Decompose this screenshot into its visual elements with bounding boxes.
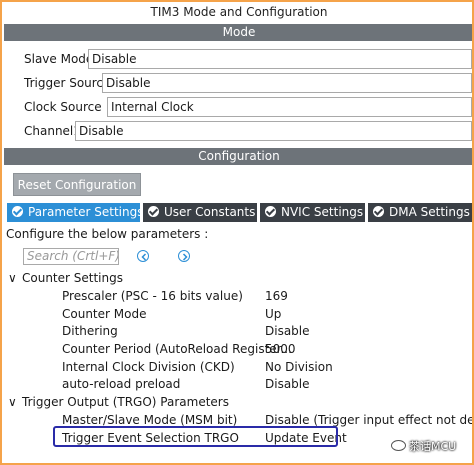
window-frame: TIM3 Mode and Configuration Mode Slave M… — [0, 0, 474, 465]
param-name: Counter Period (AutoReload Register... — [62, 342, 292, 356]
param-value[interactable]: Disable — [265, 323, 310, 339]
param-value[interactable]: 5000 — [265, 341, 296, 357]
watermark: 茶话MCU — [391, 438, 456, 454]
check-circle-icon — [265, 206, 276, 217]
tab-parameter-settings[interactable]: Parameter Settings — [7, 203, 144, 222]
tab-user-constants[interactable]: User Constants — [143, 203, 257, 222]
chevron-down-icon: ∨ — [8, 271, 17, 285]
tab-nvic-settings-label: NVIC Settings — [281, 205, 364, 219]
trigger-source-label: Trigger Source — [24, 76, 111, 90]
param-value[interactable]: Disable — [265, 376, 310, 392]
wechat-icon — [391, 440, 406, 451]
tab-nvic-settings[interactable]: NVIC Settings — [260, 203, 365, 222]
slave-mode-select[interactable]: Disable — [88, 49, 472, 69]
window-title: TIM3 Mode and Configuration — [150, 5, 328, 19]
counter-settings-label: Counter Settings — [22, 271, 123, 285]
param-name: Dithering — [62, 324, 118, 338]
mode-section-header: Mode — [4, 24, 472, 41]
slave-mode-label: Slave Mode — [24, 52, 94, 66]
tab-dma-settings[interactable]: DMA Settings — [368, 203, 472, 222]
tab-dma-settings-label: DMA Settings — [389, 205, 470, 219]
trigger-source-row: Trigger Source Disable — [24, 73, 472, 93]
configuration-section-header: Configuration — [4, 148, 472, 165]
clock-source-label: Clock Source — [24, 100, 102, 114]
watermark-text: 茶话MCU — [409, 440, 457, 453]
param-name: auto-reload preload — [62, 377, 181, 391]
slave-mode-row: Slave Mode Disable — [24, 49, 472, 69]
trgo-highlight-box — [53, 426, 338, 447]
channel1-row: Channel1 Disable — [24, 121, 472, 141]
check-circle-icon — [12, 206, 23, 217]
trigger-source-select[interactable]: Disable — [102, 73, 472, 93]
chevron-right-icon[interactable] — [178, 250, 190, 262]
trgo-parameters-label: Trigger Output (TRGO) Parameters — [22, 395, 229, 409]
check-circle-icon — [148, 206, 159, 217]
search-input[interactable]: Search (Crtl+F) — [23, 248, 119, 265]
chevron-down-icon: ∨ — [8, 395, 17, 409]
clock-source-row: Clock Source Internal Clock — [24, 97, 472, 117]
configure-instruction: Configure the below parameters : — [6, 227, 209, 241]
config-tabs: Parameter Settings User Constants NVIC S… — [4, 203, 472, 222]
param-value[interactable]: No Division — [265, 359, 333, 375]
tab-user-constants-label: User Constants — [164, 205, 256, 219]
channel1-label: Channel1 — [24, 124, 81, 138]
counter-settings-group[interactable]: ∨ Counter Settings — [8, 270, 123, 286]
channel1-select[interactable]: Disable — [75, 121, 472, 141]
tab-parameter-settings-label: Parameter Settings — [28, 205, 144, 219]
param-name: Internal Clock Division (CKD) — [62, 360, 235, 374]
clock-source-select[interactable]: Internal Clock — [107, 97, 472, 117]
check-circle-icon — [373, 206, 384, 217]
trgo-parameters-group[interactable]: ∨ Trigger Output (TRGO) Parameters — [8, 394, 229, 410]
param-value[interactable]: 169 — [265, 288, 288, 304]
reset-configuration-button[interactable]: Reset Configuration — [13, 173, 141, 196]
param-name: Prescaler (PSC - 16 bits value) — [62, 289, 243, 303]
param-value[interactable]: Up — [265, 306, 281, 322]
param-name: Counter Mode — [62, 307, 147, 321]
chevron-left-icon[interactable] — [137, 250, 149, 262]
